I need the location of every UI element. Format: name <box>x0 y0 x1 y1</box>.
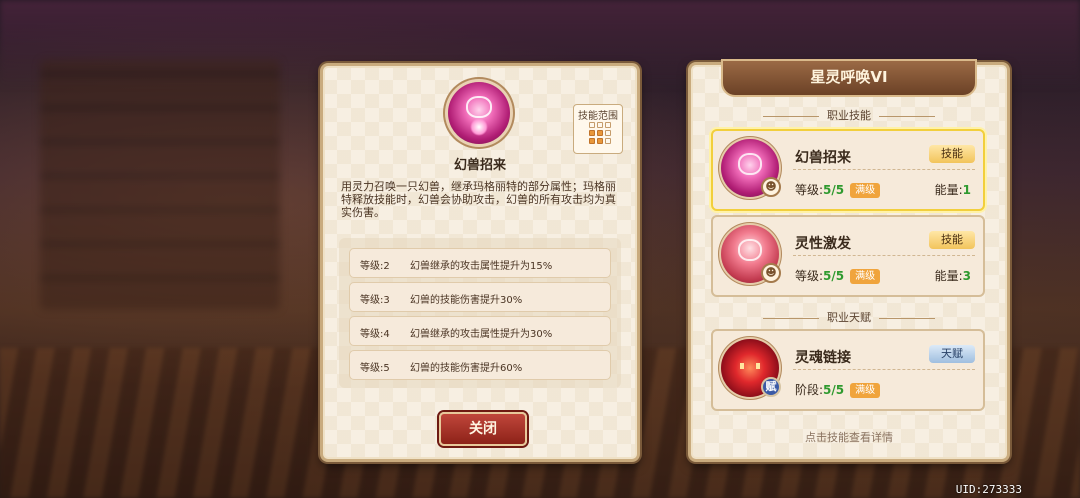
summon-badge-icon: ☻ <box>761 177 781 197</box>
background-bookshelf <box>40 60 280 310</box>
skill-range-grid <box>589 122 611 144</box>
level-row: 等级:4 幻兽继承的攻击属性提升为30% <box>349 316 611 346</box>
level-value: 5/5 <box>823 183 845 197</box>
stage-label: 阶段: <box>795 383 824 397</box>
hint-text: 点击技能查看详情 <box>805 431 893 444</box>
summon-badge-icon: ☻ <box>761 263 781 283</box>
divider <box>793 169 975 170</box>
beast-face-icon <box>738 153 762 175</box>
range-cell <box>605 138 611 144</box>
stage-value: 5/5 <box>823 383 845 397</box>
level-number: 等级:5 <box>360 363 390 374</box>
level-effect: 幻兽继承的攻击属性提升为15% <box>410 261 553 272</box>
user-id: UID:273333 <box>955 483 1022 496</box>
level-label: 等级: <box>795 269 824 283</box>
skill-description: 用灵力召唤一只幻兽，继承玛格丽特的部分属性；玛格丽特释放技能时，幻兽会协助攻击，… <box>341 180 616 219</box>
talent-badge: 赋 <box>761 377 781 397</box>
range-cell <box>605 122 611 128</box>
talent-stage: 阶段:5/5 满级 <box>795 381 881 398</box>
section-heading-talent: 职业天赋 <box>691 309 1007 325</box>
skill-energy: 能量:1 <box>935 181 971 198</box>
talent-card-soul-link[interactable]: 赋 灵魂链接 天赋 阶段:5/5 满级 <box>711 329 985 411</box>
level-label: 等级: <box>795 183 824 197</box>
range-cell-active <box>589 130 595 136</box>
level-row: 等级:3 幻兽的技能伤害提升30% <box>349 282 611 312</box>
range-cell-active <box>597 130 603 136</box>
beast-face-icon <box>466 96 492 118</box>
talent-type-tag: 天赋 <box>929 345 975 363</box>
section-heading-skills: 职业技能 <box>691 107 1007 123</box>
range-cell <box>589 122 595 128</box>
skill-detail-panel: 幻兽招来 技能范围 用灵力召唤一只幻兽，继承玛格丽特的部分属性；玛格丽特释放技能… <box>320 63 640 462</box>
beast-summon-skill-icon <box>448 82 510 144</box>
level-number: 等级:4 <box>360 329 390 340</box>
spirit-girl-icon <box>738 239 762 261</box>
range-cell <box>605 130 611 136</box>
skill-card-spirit-burst[interactable]: ☻ 灵性激发 技能 等级:5/5 满级 能量:3 <box>711 215 985 297</box>
energy-label: 能量: <box>934 183 963 197</box>
close-button[interactable]: 关闭 <box>439 412 527 446</box>
level-row: 等级:2 幻兽继承的攻击属性提升为15% <box>349 248 611 278</box>
skill-level: 等级:5/5 满级 <box>795 267 881 284</box>
skill-level: 等级:5/5 满级 <box>795 181 881 198</box>
max-level-tag: 满级 <box>850 269 881 284</box>
max-level-tag: 满级 <box>850 383 881 398</box>
skill-type-tag: 技能 <box>929 231 975 249</box>
skill-energy: 能量:3 <box>935 267 971 284</box>
talent-name: 灵魂链接 <box>795 350 851 366</box>
skill-level-list: 等级:2 幻兽继承的攻击属性提升为15% 等级:3 幻兽的技能伤害提升30% 等… <box>339 238 621 388</box>
energy-value: 3 <box>962 269 971 283</box>
max-level-tag: 满级 <box>850 183 881 198</box>
level-number: 等级:2 <box>360 261 390 272</box>
level-effect: 幻兽的技能伤害提升30% <box>410 295 523 306</box>
level-effect: 幻兽继承的攻击属性提升为30% <box>410 329 553 340</box>
range-cell <box>597 122 603 128</box>
skill-card-beast-summon[interactable]: ☻ 幻兽招来 技能 等级:5/5 满级 能量:1 <box>711 129 985 211</box>
panel-title: 星灵呼唤VI <box>721 59 977 97</box>
skill-detail-name: 幻兽招来 <box>453 158 506 173</box>
range-cell-active <box>589 138 595 144</box>
class-skills-panel: 星灵呼唤VI 职业技能 ☻ 幻兽招来 技能 等级:5/5 满级 能量:1 ☻ 灵性… <box>688 59 1010 462</box>
divider <box>793 255 975 256</box>
glowing-eyes-icon <box>740 363 760 369</box>
skill-name: 幻兽招来 <box>795 150 851 166</box>
divider <box>793 369 975 370</box>
skill-name: 灵性激发 <box>795 236 851 252</box>
range-cell-active <box>597 138 603 144</box>
level-effect: 幻兽的技能伤害提升60% <box>410 363 523 374</box>
level-row: 等级:5 幻兽的技能伤害提升60% <box>349 350 611 380</box>
skill-range-label: 技能范围 <box>578 111 618 122</box>
skill-range-box: 技能范围 <box>573 104 623 154</box>
level-number: 等级:3 <box>360 295 390 306</box>
level-value: 5/5 <box>823 269 845 283</box>
skill-type-tag: 技能 <box>929 145 975 163</box>
energy-label: 能量: <box>934 269 963 283</box>
spirit-orb-icon <box>470 118 488 136</box>
energy-value: 1 <box>962 183 971 197</box>
